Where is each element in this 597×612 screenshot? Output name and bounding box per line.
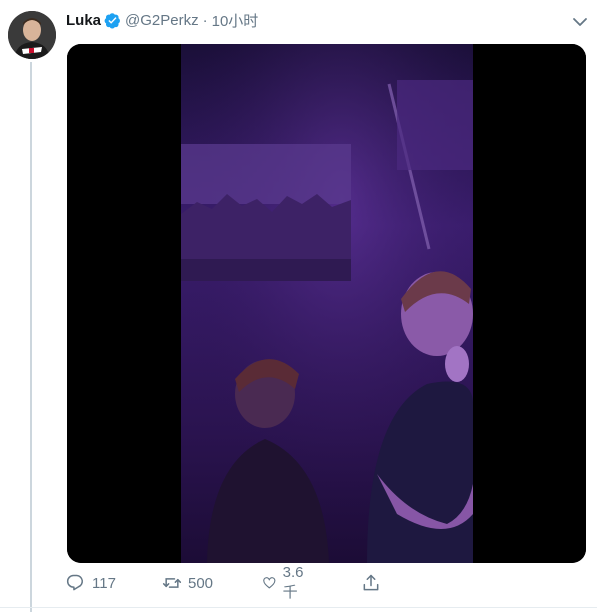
tweet-divider <box>0 607 597 608</box>
like-heart-icon <box>263 577 276 589</box>
avatar-image <box>8 11 56 59</box>
verified-badge-icon <box>104 12 121 29</box>
thread-connector-line <box>30 62 32 612</box>
video-frame <box>67 44 586 563</box>
avatar[interactable] <box>8 11 56 59</box>
reply-button[interactable]: 117 <box>66 573 116 593</box>
retweet-icon <box>162 578 182 588</box>
share-icon <box>363 574 379 591</box>
tweet-timestamp[interactable]: 10小时 <box>212 10 259 31</box>
like-button[interactable]: 3.6千 <box>262 564 309 602</box>
chevron-down-icon[interactable] <box>570 12 590 32</box>
reply-icon <box>66 574 83 591</box>
retweet-button[interactable]: 500 <box>162 573 213 593</box>
tweet-video[interactable] <box>67 44 586 563</box>
reply-count: 117 <box>92 574 116 592</box>
tweet-header: Luka @G2Perkz · 10小时 <box>66 10 258 30</box>
separator-dot: · <box>202 11 208 29</box>
author-handle[interactable]: @G2Perkz <box>125 12 199 29</box>
like-count: 3.6千 <box>282 564 304 601</box>
author-name[interactable]: Luka <box>66 12 101 29</box>
share-button[interactable] <box>361 573 381 593</box>
retweet-count: 500 <box>188 574 214 592</box>
